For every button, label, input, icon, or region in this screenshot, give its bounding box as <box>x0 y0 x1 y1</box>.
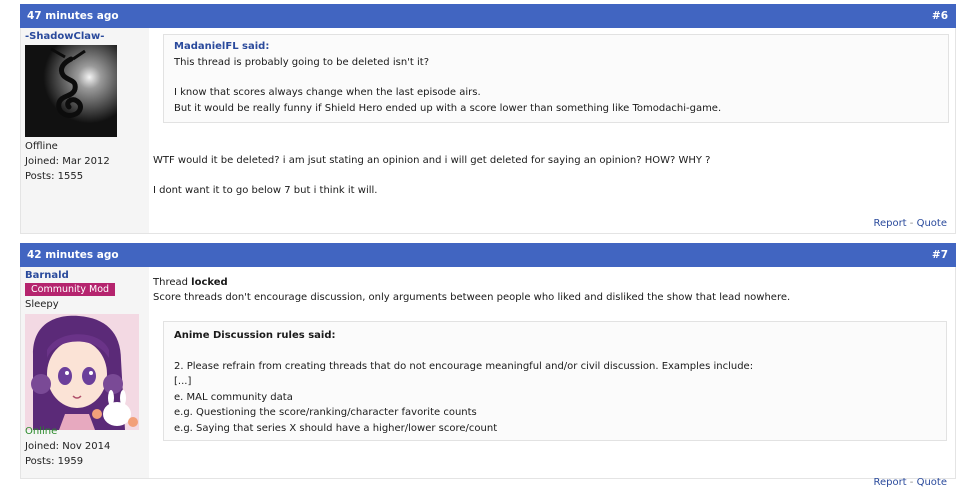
forum-post: 42 minutes ago #7 Barnald Community Mod … <box>20 243 956 488</box>
quote-link[interactable]: Quote <box>917 477 947 488</box>
post-content: Thread locked Score threads don't encour… <box>149 267 955 488</box>
quote-line: [...] <box>174 376 192 387</box>
post-content: MadanielFL said: This thread is probably… <box>149 28 955 233</box>
username-link[interactable]: -ShadowClaw- <box>25 31 104 42</box>
post-number-link[interactable]: #6 <box>932 10 948 22</box>
quote-link[interactable]: Quote <box>917 218 947 229</box>
quote-line: e.g. Saying that series X should have a … <box>174 422 498 434</box>
post-actions: Report - Quote <box>873 218 947 229</box>
action-separator: - <box>909 218 914 229</box>
quote-line: 2. Please refrain from creating threads … <box>174 360 754 372</box>
quote-line: e. MAL community data <box>174 391 293 403</box>
user-info-panel: -ShadowClaw- Offline Joined: Mar 2012 Po… <box>21 28 149 233</box>
quote-author: MadanielFL said: <box>174 41 270 52</box>
quote-author: Anime Discussion rules said: <box>174 330 336 341</box>
quote-line: This thread is probably going to be dele… <box>174 56 430 68</box>
post-timestamp: 47 minutes ago <box>27 10 119 22</box>
report-link[interactable]: Report <box>873 477 906 488</box>
message-text: Thread locked Score threads don't encour… <box>153 275 949 305</box>
post-header: 42 minutes ago #7 <box>20 243 956 267</box>
community-mod-badge: Community Mod <box>25 283 116 296</box>
user-info-panel: Barnald Community Mod Sleepy Online Join… <box>21 267 149 478</box>
message-line: Thread locked <box>153 275 949 290</box>
user-avatar[interactable] <box>25 45 117 137</box>
message-line: I dont want it to go below 7 but i think… <box>153 185 378 196</box>
message-text: WTF would it be deleted? i am jsut stati… <box>153 153 949 198</box>
message-line: Score threads don't encourage discussion… <box>153 292 791 303</box>
username-link[interactable]: Barnald <box>25 270 69 281</box>
post-body: Barnald Community Mod Sleepy Online Join… <box>20 267 956 488</box>
user-post-count: Posts: 1555 <box>25 171 84 182</box>
quote-line: I know that scores always change when th… <box>174 87 481 98</box>
message-word: Thread <box>153 277 188 288</box>
user-post-count: Posts: 1959 <box>25 456 84 467</box>
user-avatar[interactable] <box>25 314 139 430</box>
quote-line: But it would be really funny if Shield H… <box>174 102 722 114</box>
message-line: WTF would it be deleted? i am jsut stati… <box>153 155 711 166</box>
forum-page: 47 minutes ago #6 -ShadowClaw- Offline J… <box>0 0 977 488</box>
report-link[interactable]: Report <box>873 218 906 229</box>
locked-label: locked <box>191 277 228 288</box>
post-body: -ShadowClaw- Offline Joined: Mar 2012 Po… <box>20 28 956 234</box>
post-header: 47 minutes ago #6 <box>20 4 956 28</box>
quote-line: e.g. Questioning the score/ranking/chara… <box>174 407 477 418</box>
quote-block: Anime Discussion rules said: 2. Please r… <box>163 321 947 441</box>
user-title: Sleepy <box>25 299 59 310</box>
quote-block: MadanielFL said: This thread is probably… <box>163 34 949 123</box>
forum-post: 47 minutes ago #6 -ShadowClaw- Offline J… <box>20 4 956 234</box>
user-status: Offline <box>25 141 58 152</box>
post-number-link[interactable]: #7 <box>932 249 948 261</box>
post-actions: Report - Quote <box>873 477 947 488</box>
user-joined-date: Joined: Mar 2012 <box>25 156 110 167</box>
action-separator: - <box>909 477 914 488</box>
post-timestamp: 42 minutes ago <box>27 249 119 261</box>
user-joined-date: Joined: Nov 2014 <box>25 441 111 452</box>
